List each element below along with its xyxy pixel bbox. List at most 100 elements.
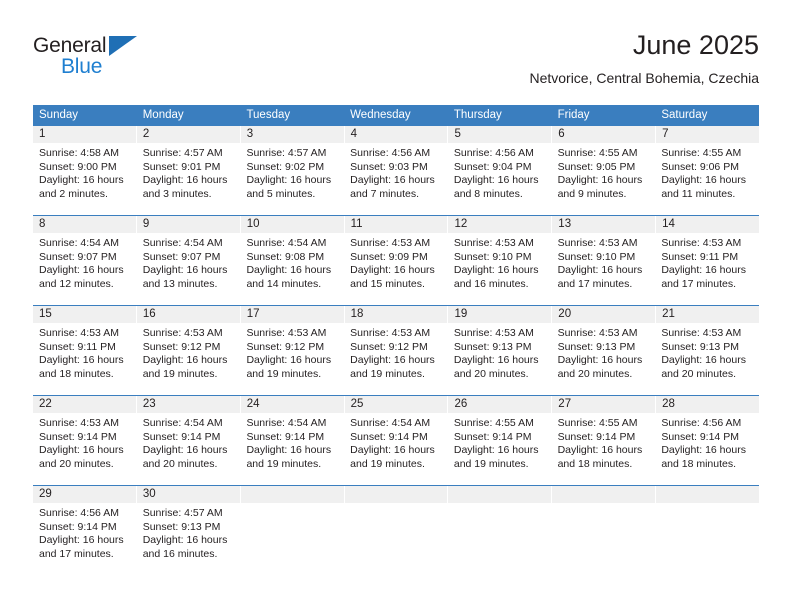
daylight-text-line1: Daylight: 16 hours — [661, 444, 746, 457]
day-number[interactable]: 14 — [656, 216, 759, 233]
week-row: 22 23 24 25 26 27 28 Sunrise: 4:53 AM Su… — [33, 395, 759, 485]
day-cell[interactable]: Sunrise: 4:54 AM Sunset: 9:08 PM Dayligh… — [240, 233, 344, 305]
daylight-text-line1: Daylight: 16 hours — [39, 264, 124, 277]
daylight-text-line1: Daylight: 16 hours — [246, 264, 332, 277]
day-number[interactable]: 5 — [448, 126, 553, 143]
day-cell[interactable]: Sunrise: 4:54 AM Sunset: 9:07 PM Dayligh… — [33, 233, 137, 305]
sunset-text: Sunset: 9:14 PM — [557, 430, 636, 443]
sunrise-text: Sunrise: 4:54 AM — [39, 237, 119, 249]
day-cell[interactable]: Sunrise: 4:53 AM Sunset: 9:12 PM Dayligh… — [137, 323, 241, 395]
day-cell[interactable]: Sunrise: 4:56 AM Sunset: 9:03 PM Dayligh… — [344, 143, 448, 215]
day-number[interactable]: 10 — [241, 216, 345, 233]
day-number[interactable]: 12 — [448, 216, 553, 233]
day-cell[interactable]: Sunrise: 4:54 AM Sunset: 9:07 PM Dayligh… — [137, 233, 241, 305]
day-number[interactable]: 11 — [345, 216, 449, 233]
day-cell[interactable]: Sunrise: 4:56 AM Sunset: 9:14 PM Dayligh… — [33, 503, 137, 575]
day-number[interactable]: 29 — [33, 486, 137, 503]
day-number[interactable]: 24 — [241, 396, 345, 413]
week-daynum-row: 29 30 — [33, 486, 760, 503]
day-number[interactable]: 18 — [345, 306, 449, 323]
sunset-text: Sunset: 9:12 PM — [350, 340, 428, 353]
day-number[interactable]: 27 — [552, 396, 657, 413]
day-number[interactable]: 22 — [33, 396, 137, 413]
day-number[interactable]: 21 — [656, 306, 759, 323]
sunset-text: Sunset: 9:03 PM — [350, 160, 428, 173]
daylight-text-line2: and 14 minutes. — [246, 277, 322, 290]
day-number[interactable]: 4 — [345, 126, 449, 143]
day-number[interactable]: 30 — [137, 486, 241, 503]
day-cell[interactable]: Sunrise: 4:53 AM Sunset: 9:13 PM Dayligh… — [655, 323, 759, 395]
day-cell[interactable]: Sunrise: 4:57 AM Sunset: 9:01 PM Dayligh… — [137, 143, 241, 215]
week-row: 1 2 3 4 5 6 7 Sunrise: 4:58 AM Sunset: 9… — [33, 125, 759, 215]
generalblue-logo[interactable]: General Blue — [33, 34, 163, 86]
day-cell[interactable]: Sunrise: 4:55 AM Sunset: 9:05 PM Dayligh… — [552, 143, 656, 215]
sunset-text: Sunset: 9:11 PM — [661, 250, 739, 263]
day-number[interactable]: 16 — [137, 306, 241, 323]
day-number-empty — [344, 486, 449, 503]
calendar-page: General Blue June 2025 Netvorice, Centra… — [0, 0, 792, 612]
weekday-header-friday: Friday — [557, 109, 590, 121]
daylight-text-line1: Daylight: 16 hours — [142, 174, 228, 187]
day-number[interactable]: 20 — [552, 306, 657, 323]
day-cell[interactable]: Sunrise: 4:53 AM Sunset: 9:14 PM Dayligh… — [33, 413, 137, 485]
week-body-row: Sunrise: 4:53 AM Sunset: 9:11 PM Dayligh… — [33, 323, 759, 395]
day-cell-empty — [448, 503, 552, 575]
daylight-text-line1: Daylight: 16 hours — [557, 174, 643, 187]
weekday-header-tuesday: Tuesday — [246, 109, 291, 121]
day-cell[interactable]: Sunrise: 4:53 AM Sunset: 9:11 PM Dayligh… — [33, 323, 137, 395]
day-cell[interactable]: Sunrise: 4:58 AM Sunset: 9:00 PM Dayligh… — [33, 143, 137, 215]
day-cell[interactable]: Sunrise: 4:54 AM Sunset: 9:14 PM Dayligh… — [137, 413, 241, 485]
day-cell[interactable]: Sunrise: 4:53 AM Sunset: 9:10 PM Dayligh… — [448, 233, 552, 305]
day-number[interactable]: 17 — [241, 306, 345, 323]
day-cell[interactable]: Sunrise: 4:53 AM Sunset: 9:13 PM Dayligh… — [552, 323, 656, 395]
day-number[interactable]: 26 — [448, 396, 553, 413]
day-cell[interactable]: Sunrise: 4:53 AM Sunset: 9:13 PM Dayligh… — [448, 323, 552, 395]
week-daynum-row: 1 2 3 4 5 6 7 — [33, 126, 759, 143]
day-cell[interactable]: Sunrise: 4:56 AM Sunset: 9:04 PM Dayligh… — [448, 143, 552, 215]
sunrise-text: Sunrise: 4:54 AM — [142, 237, 223, 249]
day-cell[interactable]: Sunrise: 4:53 AM Sunset: 9:12 PM Dayligh… — [344, 323, 448, 395]
daylight-text-line2: and 12 minutes. — [39, 277, 114, 290]
daylight-text-line2: and 19 minutes. — [142, 367, 218, 380]
day-cell[interactable]: Sunrise: 4:53 AM Sunset: 9:11 PM Dayligh… — [655, 233, 759, 305]
daylight-text-line1: Daylight: 16 hours — [246, 444, 332, 457]
daylight-text-line2: and 18 minutes. — [661, 457, 737, 470]
daylight-text-line2: and 20 minutes. — [661, 367, 737, 380]
page-header: General Blue June 2025 Netvorice, Centra… — [33, 28, 759, 98]
day-cell[interactable]: Sunrise: 4:53 AM Sunset: 9:12 PM Dayligh… — [240, 323, 344, 395]
day-number[interactable]: 7 — [656, 126, 759, 143]
daylight-text-line1: Daylight: 16 hours — [142, 444, 228, 457]
daylight-text-line2: and 19 minutes. — [350, 457, 425, 470]
daylight-text-line1: Daylight: 16 hours — [557, 264, 643, 277]
day-number[interactable]: 13 — [552, 216, 657, 233]
day-cell[interactable]: Sunrise: 4:54 AM Sunset: 9:14 PM Dayligh… — [240, 413, 344, 485]
day-number[interactable]: 23 — [137, 396, 241, 413]
daylight-text-line1: Daylight: 16 hours — [39, 534, 124, 547]
day-cell[interactable]: Sunrise: 4:55 AM Sunset: 9:14 PM Dayligh… — [448, 413, 552, 485]
day-cell[interactable]: Sunrise: 4:54 AM Sunset: 9:14 PM Dayligh… — [344, 413, 448, 485]
sunrise-text: Sunrise: 4:54 AM — [246, 237, 327, 249]
day-cell[interactable]: Sunrise: 4:57 AM Sunset: 9:13 PM Dayligh… — [137, 503, 241, 575]
day-cell[interactable]: Sunrise: 4:56 AM Sunset: 9:14 PM Dayligh… — [655, 413, 759, 485]
day-cell[interactable]: Sunrise: 4:53 AM Sunset: 9:09 PM Dayligh… — [344, 233, 448, 305]
day-number[interactable]: 1 — [33, 126, 137, 143]
day-cell[interactable]: Sunrise: 4:55 AM Sunset: 9:14 PM Dayligh… — [552, 413, 656, 485]
daylight-text-line1: Daylight: 16 hours — [350, 264, 435, 277]
day-number[interactable]: 25 — [345, 396, 449, 413]
day-number[interactable]: 15 — [33, 306, 137, 323]
day-cell[interactable]: Sunrise: 4:57 AM Sunset: 9:02 PM Dayligh… — [240, 143, 344, 215]
day-number[interactable]: 28 — [656, 396, 759, 413]
sunrise-text: Sunrise: 4:57 AM — [142, 147, 223, 159]
day-number[interactable]: 8 — [33, 216, 137, 233]
day-cell[interactable]: Sunrise: 4:55 AM Sunset: 9:06 PM Dayligh… — [655, 143, 759, 215]
day-cell[interactable]: Sunrise: 4:53 AM Sunset: 9:10 PM Dayligh… — [552, 233, 656, 305]
weekday-header-sunday: Sunday — [39, 109, 79, 121]
day-number[interactable]: 9 — [137, 216, 241, 233]
day-number[interactable]: 6 — [552, 126, 657, 143]
sunrise-text: Sunrise: 4:55 AM — [557, 417, 638, 429]
sunset-text: Sunset: 9:00 PM — [39, 160, 117, 173]
week-body-row: Sunrise: 4:53 AM Sunset: 9:14 PM Dayligh… — [33, 413, 759, 485]
day-number[interactable]: 3 — [241, 126, 345, 143]
day-number[interactable]: 19 — [448, 306, 553, 323]
day-number[interactable]: 2 — [137, 126, 241, 143]
